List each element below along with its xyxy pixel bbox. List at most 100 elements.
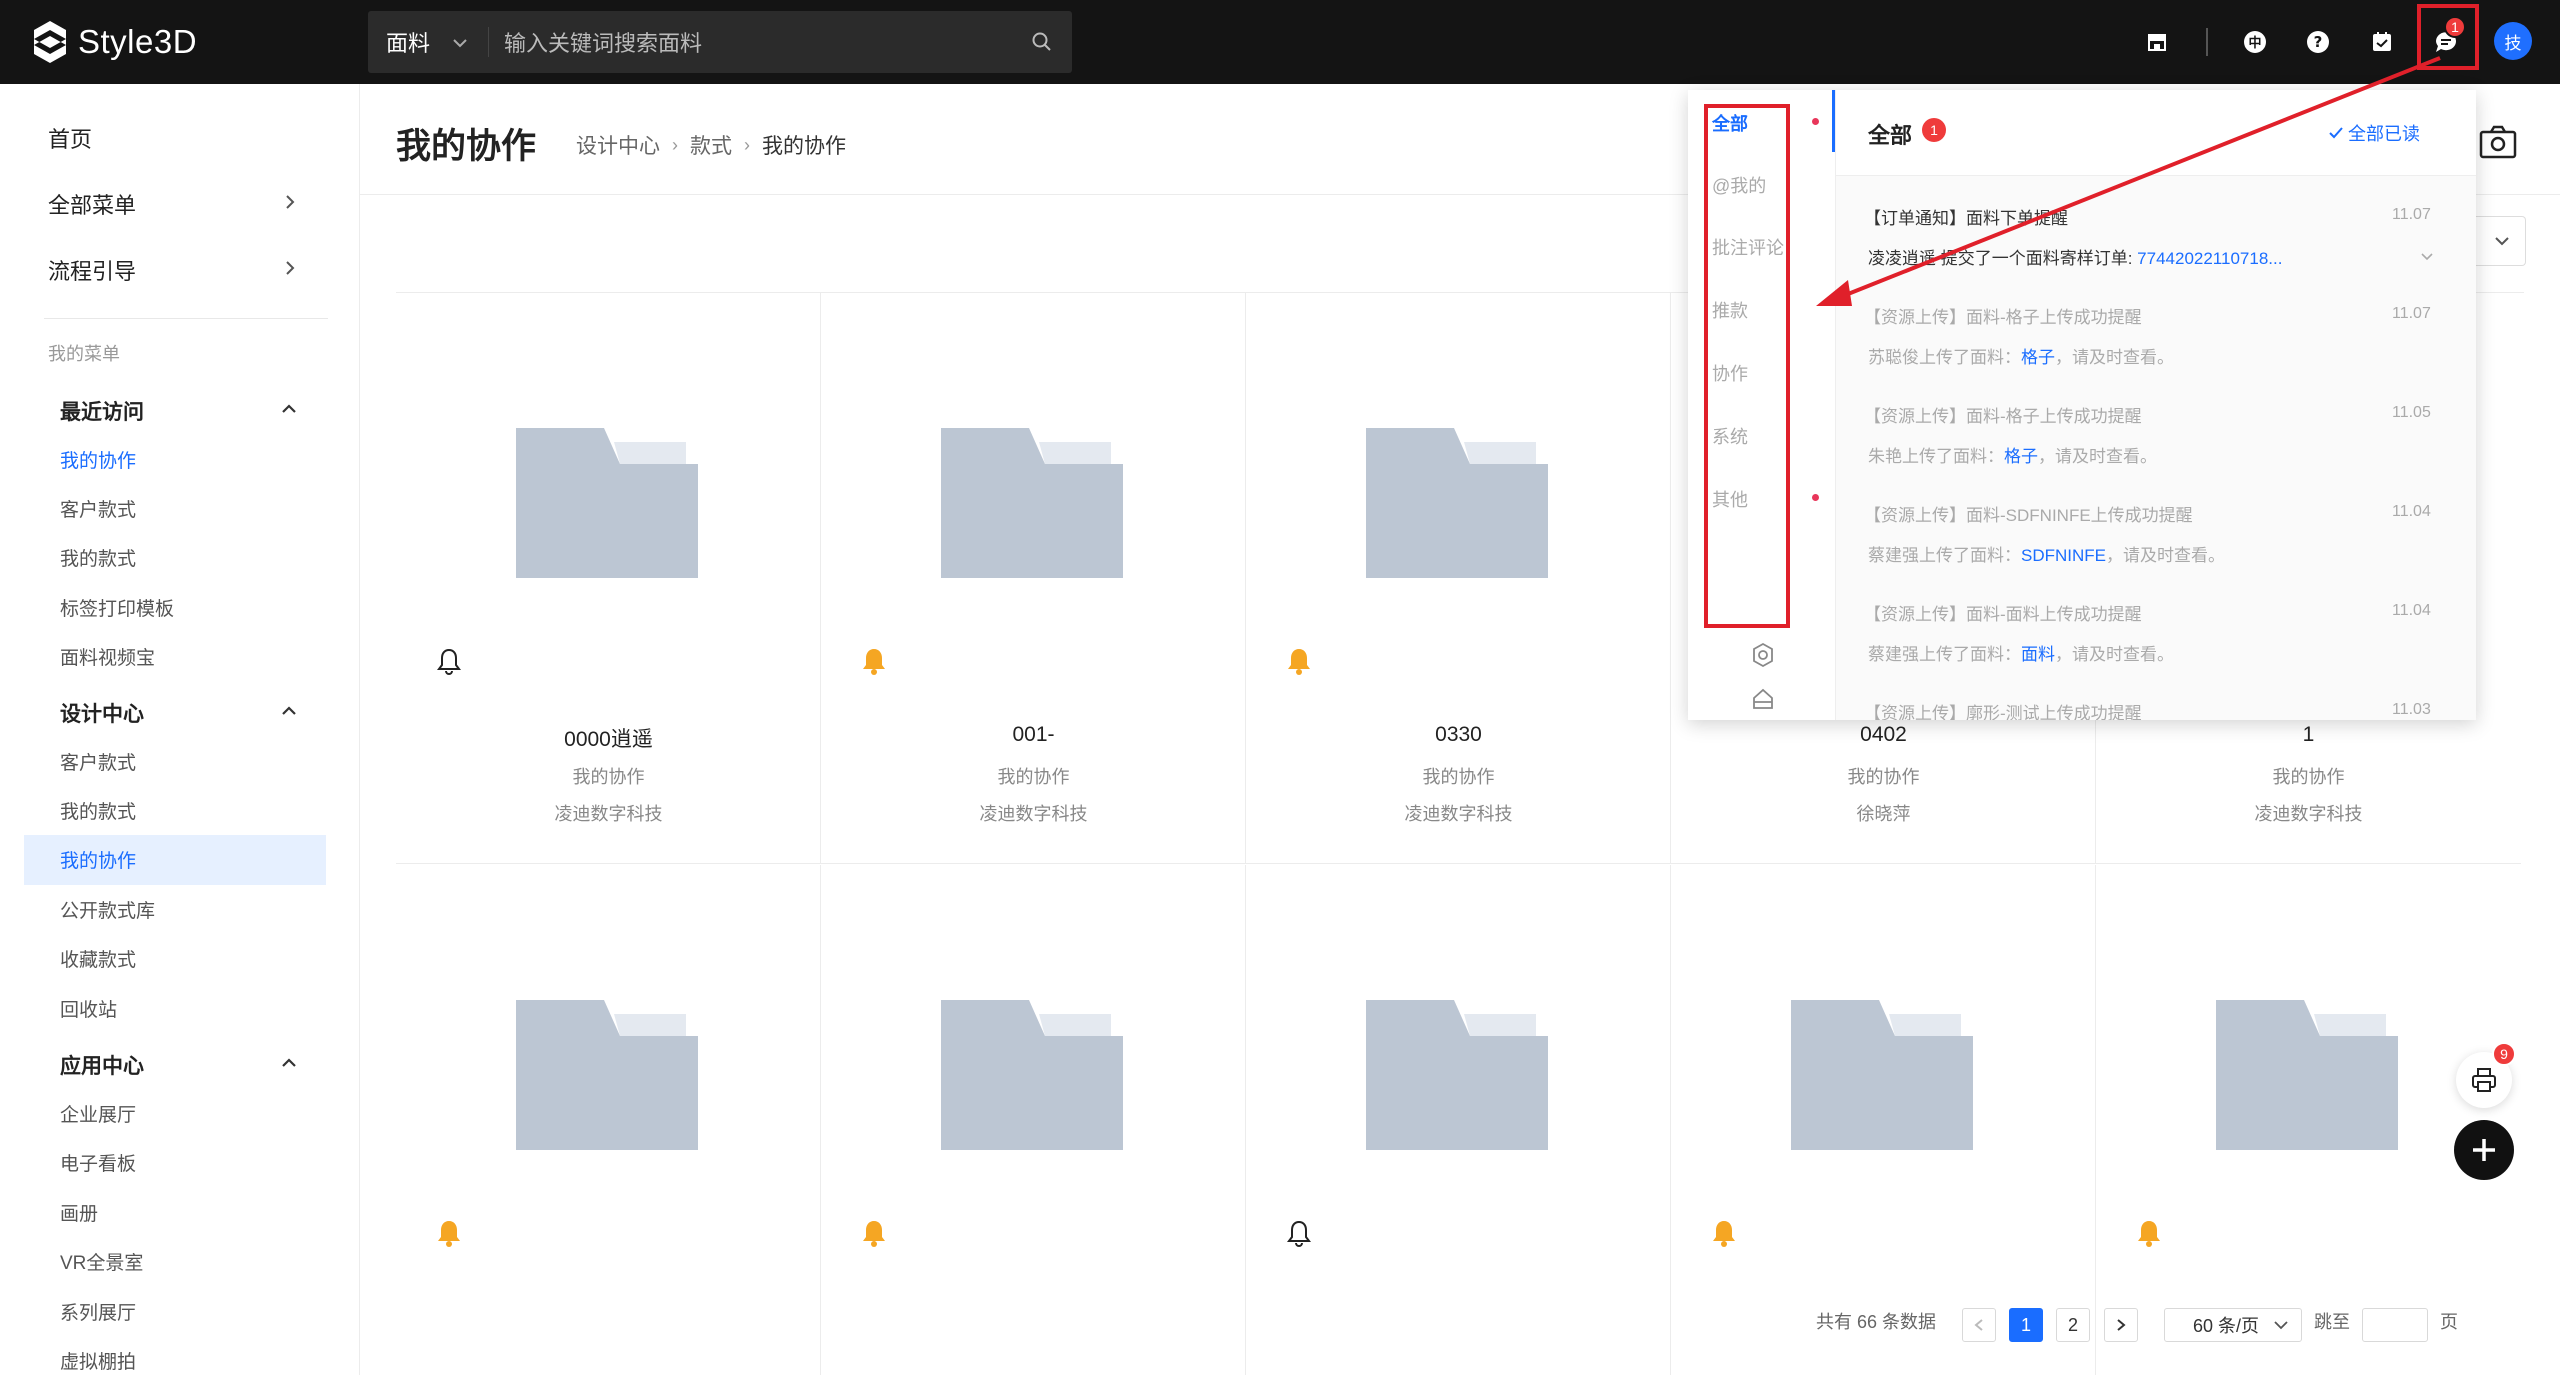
notification-item[interactable]: 【资源上传】面料-格子上传成功提醒 11.05 朱艳上传了面料：格子，请及时查看。 (1836, 402, 2476, 502)
notification-link[interactable]: 面料 (2021, 645, 2055, 664)
chevron-up-icon[interactable] (280, 702, 298, 720)
sidebar-item-showroom[interactable]: 企业展厅 (60, 1100, 136, 1127)
notification-link[interactable]: 77442022110718... (2137, 249, 2282, 268)
bell-icon[interactable] (436, 647, 462, 675)
collab-card[interactable] (821, 865, 1246, 1375)
add-button[interactable] (2454, 1120, 2514, 1180)
bell-icon[interactable] (436, 1219, 462, 1247)
breadcrumb-item[interactable]: 设计中心 (576, 130, 660, 160)
notification-text: 朱艳上传了面料： (1868, 447, 2004, 466)
collab-card[interactable] (396, 865, 821, 1375)
camera-icon[interactable] (2478, 124, 2518, 160)
archive-icon[interactable] (1750, 686, 1776, 712)
folder-icon (941, 428, 1123, 578)
mark-all-read-button[interactable]: 全部已读 (2328, 120, 2420, 146)
sidebar-item-recent-collab[interactable]: 我的协作 (60, 446, 136, 473)
bell-icon[interactable] (2136, 1219, 2162, 1247)
task-icon[interactable] (2366, 26, 2398, 58)
collab-card[interactable]: 0000逍遥 我的协作 凌迪数字科技 (396, 293, 821, 864)
folder-icon (1366, 1000, 1548, 1150)
sidebar-item-home[interactable]: 首页 (48, 122, 92, 154)
pagination-prev-button[interactable] (1962, 1308, 1996, 1342)
sidebar-item-guide[interactable]: 流程引导 (48, 254, 136, 286)
language-icon[interactable]: 中 (2239, 26, 2271, 58)
sidebar-caption: 我的菜单 (48, 344, 120, 364)
brand-logo[interactable]: Style3D (32, 18, 197, 66)
pagination-page-1[interactable]: 1 (2009, 1308, 2043, 1342)
collab-card[interactable]: 001- 我的协作 凌迪数字科技 (821, 293, 1246, 864)
collab-card[interactable] (2096, 865, 2521, 1375)
bell-icon[interactable] (861, 647, 887, 675)
bell-icon[interactable] (1286, 647, 1312, 675)
bell-icon[interactable] (1286, 1219, 1312, 1247)
sidebar-item-recent-client-style[interactable]: 客户款式 (60, 495, 136, 522)
chevron-up-icon[interactable] (280, 1054, 298, 1072)
notification-text: 凌凌逍遥 提交了一个面料寄样订单: (1868, 249, 2138, 268)
pagination-next-button[interactable] (2104, 1308, 2138, 1342)
sidebar-item-public-library[interactable]: 公开款式库 (60, 896, 155, 923)
sidebar-item-my-collab[interactable]: 我的协作 (60, 846, 136, 873)
bell-icon[interactable] (1711, 1219, 1737, 1247)
notification-link[interactable]: 格子 (2004, 447, 2038, 466)
collab-card[interactable] (1246, 865, 1671, 1375)
notification-panel: 全部 @我的 批注评论 推款 协作 系统 其他 全部 1 全部已读 【订单通知】… (1688, 90, 2476, 720)
notification-item[interactable]: 【资源上传】廓形-测试上传成功提醒 11.03 (1836, 699, 2476, 720)
chevron-down-icon (2495, 237, 2509, 246)
sidebar-item-recent-my-style[interactable]: 我的款式 (60, 544, 136, 571)
notification-item[interactable]: 【资源上传】面料-格子上传成功提醒 11.07 苏聪俊上传了面料：格子，请及时查看。 (1836, 303, 2476, 403)
notification-title: 【资源上传】面料-面料上传成功提醒 (1864, 605, 2142, 624)
sidebar-item-album[interactable]: 画册 (60, 1199, 98, 1226)
sidebar-item-favorites[interactable]: 收藏款式 (60, 945, 136, 972)
sidebar-item-my-style[interactable]: 我的款式 (60, 797, 136, 824)
notification-text: ，请及时查看。 (2038, 447, 2157, 466)
jump-page-input[interactable] (2362, 1308, 2428, 1342)
sidebar-item-series-showroom[interactable]: 系列展厅 (60, 1298, 136, 1325)
topbar-divider (2206, 28, 2208, 56)
notification-item[interactable]: 【资源上传】面料-SDFNINFE上传成功提醒 11.04 蔡建强上传了面料：SDF… (1836, 501, 2476, 601)
bell-icon[interactable] (861, 1219, 887, 1247)
help-icon[interactable]: ? (2302, 26, 2334, 58)
sidebar-item-vr-room[interactable]: VR全景室 (60, 1248, 143, 1275)
sidebar-item-virtual-shoot[interactable]: 虚拟棚拍 (60, 1347, 136, 1374)
sidebar-item-fabric-video[interactable]: 面料视频宝 (60, 643, 155, 670)
notification-date: 11.07 (2392, 206, 2431, 223)
notification-item[interactable]: 【资源上传】面料-面料上传成功提醒 11.04 蔡建强上传了面料：面料，请及时查看。 (1836, 600, 2476, 700)
sidebar-group-design[interactable]: 设计中心 (60, 698, 144, 728)
notification-title: 【资源上传】面料-格子上传成功提醒 (1864, 308, 2142, 327)
style3d-logo-icon (34, 21, 66, 63)
sidebar-group-apps[interactable]: 应用中心 (60, 1050, 144, 1080)
printer-icon (2472, 1068, 2496, 1092)
sidebar-item-label-template[interactable]: 标签打印模板 (60, 594, 174, 621)
pagination-page-2[interactable]: 2 (2056, 1308, 2090, 1342)
search-input[interactable]: 输入关键词搜索面料 (504, 11, 984, 73)
collab-card[interactable]: 0330 我的协作 凌迪数字科技 (1246, 293, 1671, 864)
pagination-total: 共有 66 条数据 (1816, 1312, 1937, 1332)
breadcrumb: 设计中心 › 款式 › 我的协作 (576, 130, 846, 160)
svg-text:中: 中 (2248, 35, 2261, 51)
sidebar-item-all-menu[interactable]: 全部菜单 (48, 188, 136, 220)
print-badge: 9 (2492, 1042, 2516, 1066)
settings-icon[interactable] (1750, 642, 1776, 668)
breadcrumb-item[interactable]: 款式 (690, 130, 732, 160)
chevron-right-icon (286, 195, 295, 209)
sidebar-item-client-style[interactable]: 客户款式 (60, 748, 136, 775)
card-name: 0000逍遥 (564, 728, 653, 751)
page-size-select[interactable]: 60 条/页 (2164, 1308, 2302, 1342)
message-highlight-box (2417, 4, 2479, 70)
notification-date: 11.04 (2392, 602, 2431, 619)
chevron-down-icon[interactable] (2420, 250, 2434, 264)
chevron-up-icon[interactable] (280, 400, 298, 418)
notification-body: 朱艳上传了面料：格子，请及时查看。 (1868, 442, 2157, 467)
notification-item[interactable]: 【订单通知】面料下单提醒 11.07 凌凌逍遥 提交了一个面料寄样订单: 77442… (1836, 204, 2476, 304)
top-bar: Style3D 面料 输入关键词搜索面料 中 ? 1 技 (0, 0, 2560, 84)
store-icon[interactable] (2141, 26, 2173, 58)
sidebar-group-recent[interactable]: 最近访问 (60, 396, 144, 426)
notification-link[interactable]: SDFNINFE (2021, 546, 2106, 565)
notification-link[interactable]: 格子 (2021, 348, 2055, 367)
sidebar-item-dashboard[interactable]: 电子看板 (60, 1149, 136, 1176)
search-type-select[interactable]: 面料 (386, 11, 468, 73)
sidebar-item-recycle-bin[interactable]: 回收站 (60, 995, 117, 1022)
collab-card[interactable] (1671, 865, 2096, 1375)
search-icon[interactable] (1030, 30, 1054, 54)
avatar[interactable]: 技 (2494, 22, 2532, 60)
